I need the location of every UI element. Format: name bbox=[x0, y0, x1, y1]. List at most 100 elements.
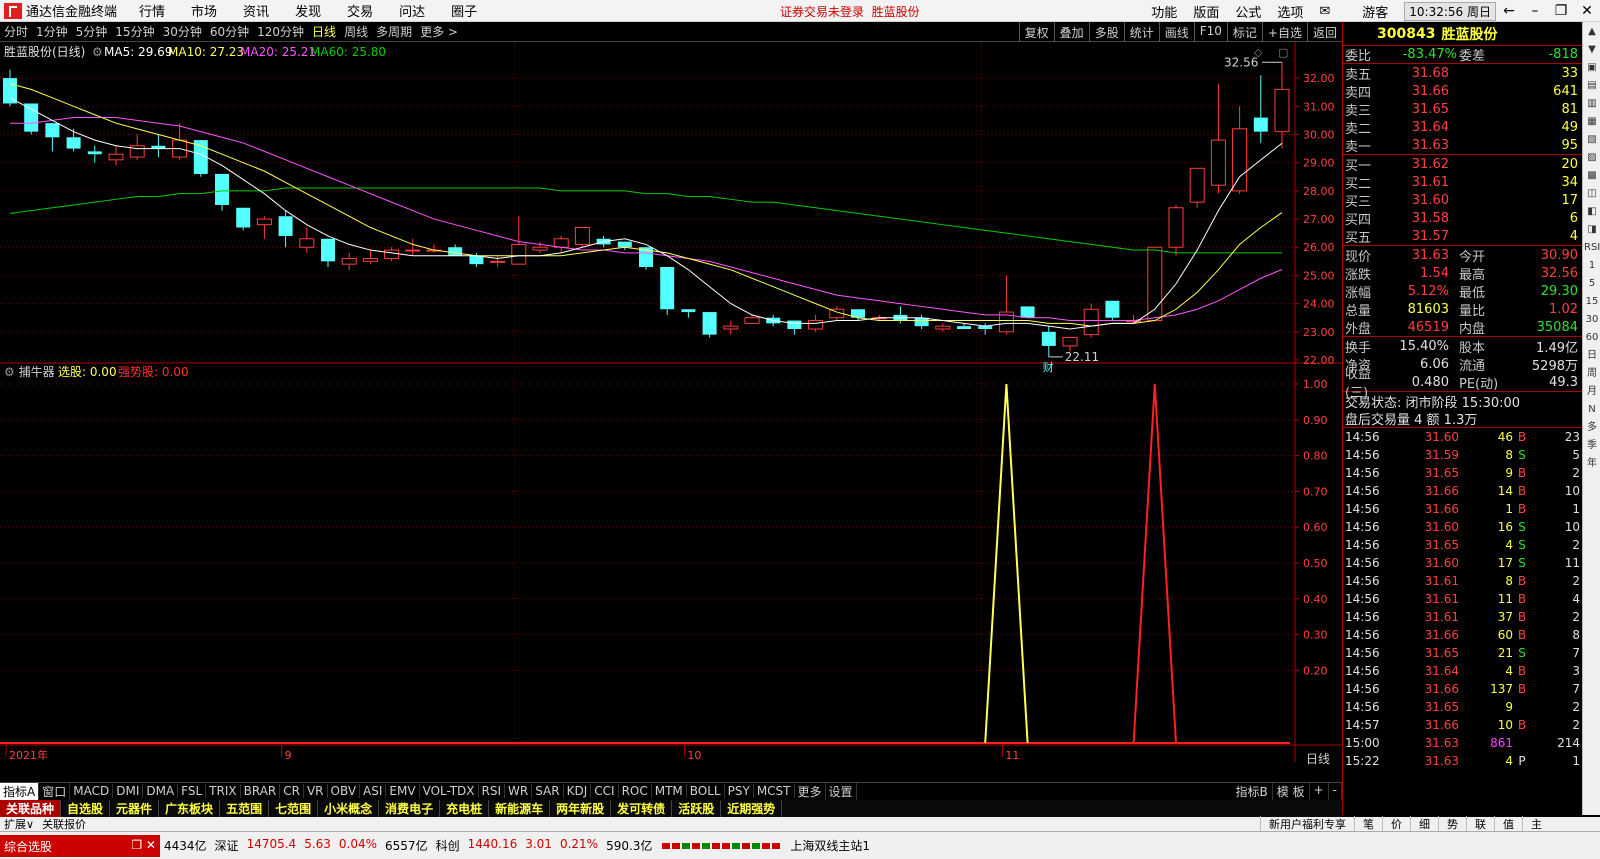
sector-tab-3[interactable]: 广东板块 bbox=[159, 800, 221, 817]
indicator-tab-6[interactable]: TRIX bbox=[206, 784, 241, 798]
side-period-8[interactable]: 月 bbox=[1584, 384, 1600, 400]
period-daily[interactable]: 日线 bbox=[308, 23, 340, 40]
indicator-tab-8[interactable]: CR bbox=[280, 784, 304, 798]
ask-level-5[interactable]: 卖五 31.68 33 bbox=[1343, 64, 1582, 83]
add-watchlist-button[interactable]: +自选 bbox=[1261, 22, 1307, 42]
indicator-tab-20[interactable]: MTM bbox=[652, 784, 687, 798]
side-tool-icon-5[interactable]: ▦ bbox=[1584, 114, 1600, 130]
period-fenshi[interactable]: 分时 bbox=[0, 23, 32, 40]
f10-button[interactable]: F10 bbox=[1193, 22, 1227, 42]
indicator-right-0[interactable]: 指标B bbox=[1232, 783, 1273, 800]
kline-chart[interactable]: 32.00 31.00 30.00 29.00 28.00 27.00 26.00 25.00… bbox=[0, 42, 1342, 782]
side-period-9[interactable]: N bbox=[1584, 402, 1600, 418]
side-period-10[interactable]: 多 bbox=[1584, 420, 1600, 436]
sector-tab-5[interactable]: 七范围 bbox=[269, 800, 319, 817]
extension-tab-0[interactable]: 新用户福利专享 bbox=[1260, 816, 1354, 832]
close-panel-icon[interactable]: ❐ ✕ bbox=[131, 838, 156, 852]
indicator-tab-22[interactable]: PSY bbox=[725, 784, 754, 798]
period-weekly[interactable]: 周线 bbox=[340, 23, 372, 40]
indicator-tab-13[interactable]: VOL-TDX bbox=[420, 784, 479, 798]
period-1min[interactable]: 1分钟 bbox=[32, 23, 72, 40]
side-period-3[interactable]: 15 bbox=[1584, 294, 1600, 310]
extension-tab-6[interactable]: 值 bbox=[1494, 816, 1522, 832]
sector-tab-4[interactable]: 五范围 bbox=[220, 800, 270, 817]
bid-level-3[interactable]: 买三 31.60 17 bbox=[1343, 191, 1582, 210]
side-tool-icon-8[interactable]: ▩ bbox=[1584, 168, 1600, 184]
mail-icon[interactable]: ✉ bbox=[1319, 4, 1330, 19]
sector-tab-7[interactable]: 消费电子 bbox=[379, 800, 441, 817]
menu-item-faxian[interactable]: 发现 bbox=[295, 1, 321, 20]
indicator-tab-15[interactable]: WR bbox=[505, 784, 533, 798]
indicator-tab-2[interactable]: MACD bbox=[70, 784, 114, 798]
user-label[interactable]: 游客 bbox=[1362, 2, 1388, 21]
side-period-12[interactable]: 年 bbox=[1584, 456, 1600, 472]
collapse-icon[interactable]: ▢ bbox=[1278, 46, 1288, 59]
indicator-tab-25[interactable]: 设置 bbox=[826, 782, 857, 800]
sector-tab-11[interactable]: 发可转债 bbox=[611, 800, 673, 817]
indicator-right-3[interactable]: - bbox=[1329, 783, 1342, 800]
extension-tab-7[interactable]: 主 bbox=[1522, 816, 1550, 832]
indicator-tab-1[interactable]: 窗口 bbox=[39, 782, 71, 800]
close-icon[interactable]: ✕ bbox=[1574, 3, 1600, 19]
indicator-tab-16[interactable]: SAR bbox=[532, 784, 564, 798]
indicator-tab-9[interactable]: VR bbox=[304, 784, 328, 798]
draw-button[interactable]: 画线 bbox=[1158, 22, 1194, 42]
back-button[interactable]: 返回 bbox=[1306, 22, 1342, 42]
side-period-7[interactable]: 周 bbox=[1584, 366, 1600, 382]
side-tool-icon-7[interactable]: ▨ bbox=[1584, 150, 1600, 166]
menu-item-hangqing[interactable]: 行情 bbox=[139, 1, 165, 20]
finance-marker[interactable]: 财 bbox=[1043, 360, 1054, 374]
indicator-tab-24[interactable]: 更多 bbox=[795, 782, 826, 800]
ask-level-2[interactable]: 卖二 31.64 49 bbox=[1343, 118, 1582, 137]
period-15min[interactable]: 15分钟 bbox=[111, 23, 158, 40]
sector-tab-1[interactable]: 自选股 bbox=[61, 800, 111, 817]
server-station[interactable]: 上海双线主站1 bbox=[786, 837, 874, 854]
settings-icon[interactable]: ⚙ bbox=[92, 45, 103, 59]
sector-tab-0[interactable]: 关联品种 bbox=[0, 800, 62, 817]
bid-level-2[interactable]: 买二 31.61 34 bbox=[1343, 173, 1582, 192]
sector-tab-12[interactable]: 活跃股 bbox=[672, 800, 722, 817]
fuquan-button[interactable]: 复权 bbox=[1018, 22, 1054, 42]
indicator-tab-18[interactable]: CCI bbox=[591, 784, 619, 798]
trade-login-notice[interactable]: 证券交易未登录 胜蓝股份 bbox=[780, 3, 920, 20]
sector-tab-6[interactable]: 小米概念 bbox=[318, 800, 380, 817]
sector-tab-10[interactable]: 两年新股 bbox=[550, 800, 612, 817]
minimize-icon[interactable]: – bbox=[1522, 3, 1548, 19]
maximize-icon[interactable]: ❐ bbox=[1548, 3, 1574, 19]
bid-level-5[interactable]: 买五 31.57 4 bbox=[1343, 227, 1582, 246]
period-5min[interactable]: 5分钟 bbox=[72, 23, 112, 40]
sector-tab-9[interactable]: 新能源车 bbox=[489, 800, 551, 817]
menu-item-zixun[interactable]: 资讯 bbox=[243, 1, 269, 20]
indicator-right-2[interactable]: + bbox=[1310, 783, 1329, 800]
indicator-tab-11[interactable]: ASI bbox=[360, 784, 387, 798]
mark-button[interactable]: 标记 bbox=[1226, 22, 1262, 42]
bid-level-1[interactable]: 买一 31.62 20 bbox=[1343, 155, 1582, 174]
period-multi[interactable]: 多周期 bbox=[372, 23, 416, 40]
side-tool-icon-9[interactable]: ◫ bbox=[1584, 186, 1600, 202]
bid-level-4[interactable]: 买四 31.58 6 bbox=[1343, 209, 1582, 228]
side-tool-icon-1[interactable]: ▼ bbox=[1584, 42, 1600, 58]
stats-button[interactable]: 统计 bbox=[1123, 22, 1159, 42]
side-tool-icon-6[interactable]: ▧ bbox=[1584, 132, 1600, 148]
menu-layout[interactable]: 版面 bbox=[1193, 2, 1219, 21]
side-period-11[interactable]: 季 bbox=[1584, 438, 1600, 454]
side-period-4[interactable]: 30 bbox=[1584, 312, 1600, 328]
side-period-5[interactable]: 60 bbox=[1584, 330, 1600, 346]
side-tool-icon-2[interactable]: ▣ bbox=[1584, 60, 1600, 76]
side-period-6[interactable]: 日 bbox=[1584, 348, 1600, 364]
period-60min[interactable]: 60分钟 bbox=[206, 23, 253, 40]
indicator-tab-23[interactable]: MCST bbox=[754, 784, 795, 798]
indicator-tab-17[interactable]: KDJ bbox=[564, 784, 592, 798]
side-period-1[interactable]: 1 bbox=[1584, 258, 1600, 274]
sector-tab-13[interactable]: 近期强势 bbox=[721, 800, 783, 817]
related-quote-button[interactable]: 关联报价 bbox=[38, 816, 90, 832]
side-period-2[interactable]: 5 bbox=[1584, 276, 1600, 292]
menu-function[interactable]: 功能 bbox=[1151, 2, 1177, 21]
extension-tab-4[interactable]: 势 bbox=[1438, 816, 1466, 832]
ask-level-1[interactable]: 卖一 31.63 95 bbox=[1343, 136, 1582, 155]
side-tool-icon-11[interactable]: ◨ bbox=[1584, 222, 1600, 238]
indicator-tab-5[interactable]: FSL bbox=[178, 784, 207, 798]
side-tool-icon-3[interactable]: ▤ bbox=[1584, 78, 1600, 94]
menu-item-wenda[interactable]: 问达 bbox=[399, 1, 425, 20]
side-tool-icon-0[interactable]: ▲ bbox=[1584, 24, 1600, 40]
